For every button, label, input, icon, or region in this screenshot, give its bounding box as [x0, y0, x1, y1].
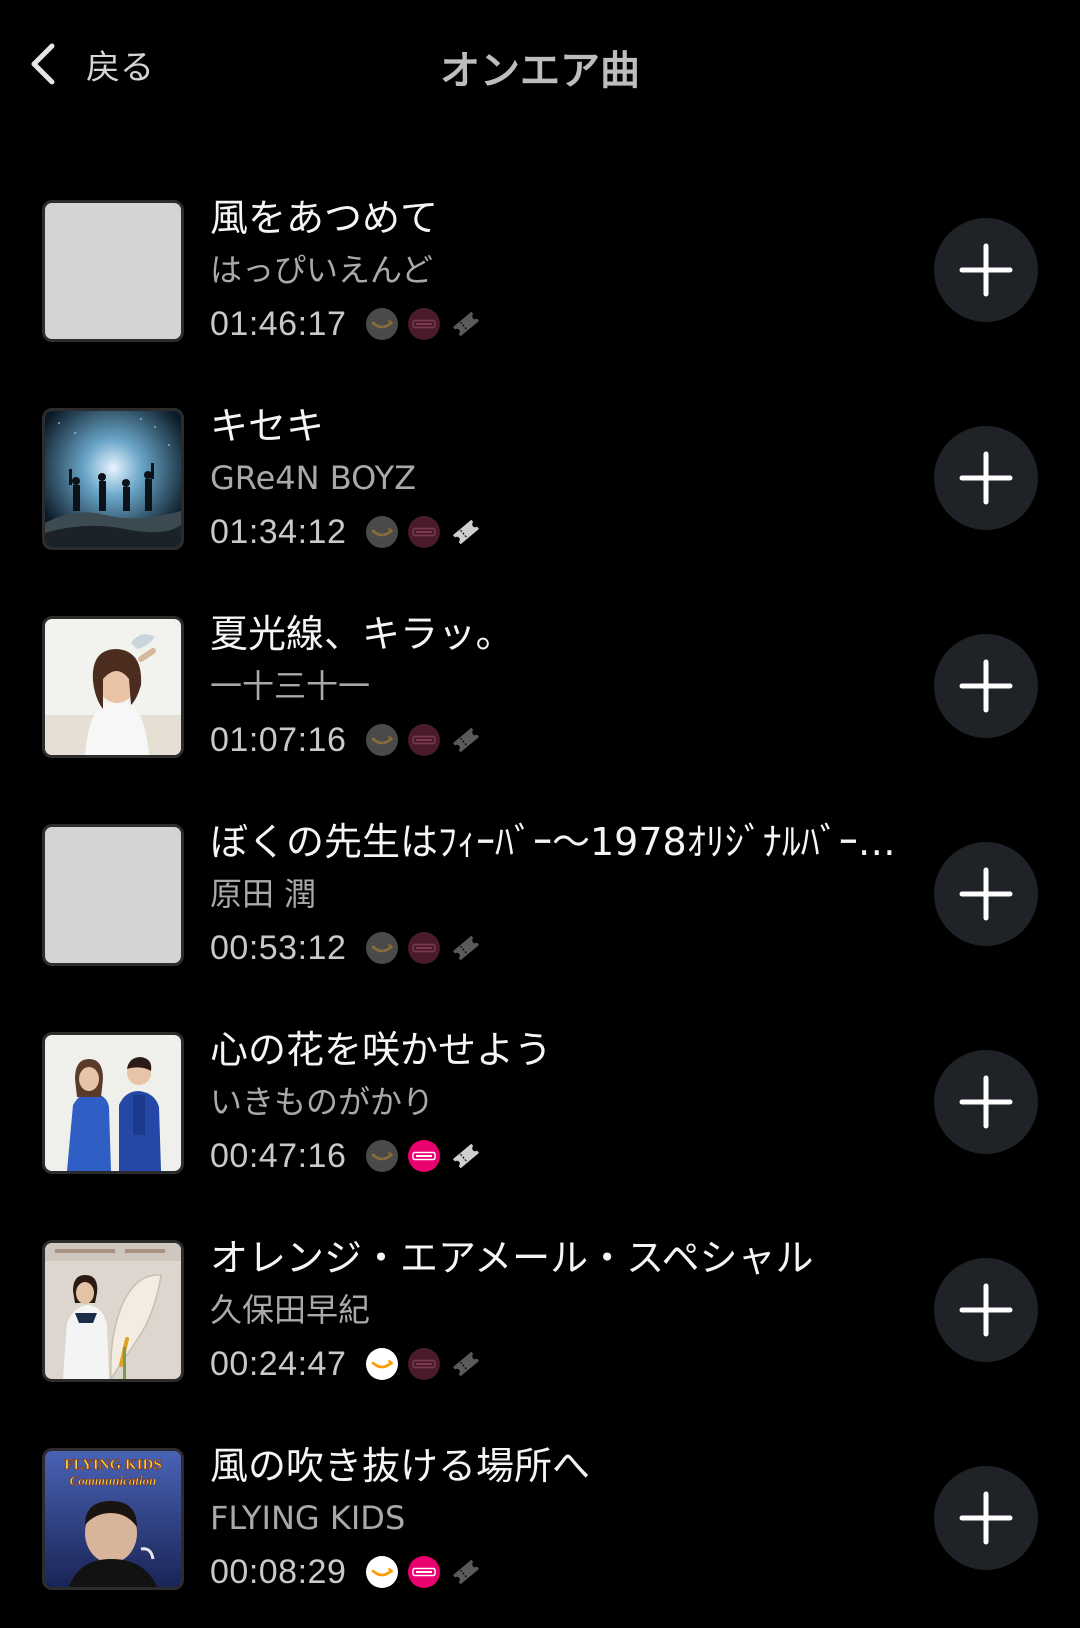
song-title: 心の花を咲かせよう	[210, 1028, 553, 1072]
onair-time: 00:47:16	[210, 1136, 347, 1175]
amazon-music-icon	[366, 932, 399, 964]
song-row[interactable]: 風をあつめてはっぴいえんど 01:46:17	[0, 168, 1080, 376]
song-row[interactable]: 心の花を咲かせよういきものがかり 00:47:16	[0, 1000, 1080, 1208]
amazon-music-icon[interactable]	[366, 1556, 399, 1588]
add-song-button[interactable]	[934, 426, 1038, 530]
song-title: オレンジ・エアメール・スペシャル	[210, 1236, 814, 1280]
ticket-icon	[450, 724, 482, 756]
add-song-button[interactable]	[934, 842, 1038, 946]
page-title: オンエア曲	[440, 48, 640, 94]
ticket-icon[interactable]	[450, 1140, 482, 1172]
ticket-icon	[450, 308, 482, 340]
amazon-music-icon[interactable]	[366, 1348, 399, 1380]
song-title: 風の吹き抜ける場所へ	[210, 1444, 591, 1488]
plus-icon	[956, 1280, 1016, 1340]
song-row[interactable]: キセキ GRe4N BOYZ 01:34:12	[0, 376, 1080, 584]
artwork-title: FLYING KIDS	[64, 1457, 161, 1473]
album-artwork: FLYING KIDS Communication	[42, 1448, 184, 1590]
song-info: 夏光線、キラッ。一十三十一 01:07:16	[210, 608, 910, 766]
amazon-music-icon	[366, 308, 399, 340]
album-artwork	[42, 1032, 184, 1174]
plus-icon	[956, 1072, 1016, 1132]
recochoku-icon	[408, 516, 441, 548]
recochoku-icon[interactable]	[408, 1140, 441, 1172]
song-meta: 01:34:12	[210, 506, 910, 558]
header-bar: 戻る オンエア曲	[0, 0, 1080, 140]
song-meta: 00:08:29	[210, 1546, 910, 1598]
album-artwork	[42, 1240, 184, 1382]
plus-icon	[956, 240, 1016, 300]
song-artist: FLYING KIDS	[210, 1499, 406, 1537]
song-title: 風をあつめて	[210, 196, 439, 240]
plus-icon	[956, 656, 1016, 716]
amazon-music-icon	[366, 1140, 399, 1172]
recochoku-icon	[408, 932, 441, 964]
song-title: ぼくの先生はﾌｨｰﾊﾞｰ～1978ｵﾘｼﾞﾅﾙﾊﾞｰ…	[210, 820, 896, 864]
song-info: ぼくの先生はﾌｨｰﾊﾞｰ～1978ｵﾘｼﾞﾅﾙﾊﾞｰ… 原田 潤 00:53:12	[210, 816, 910, 974]
recochoku-icon[interactable]	[408, 1556, 441, 1588]
add-song-button[interactable]	[934, 1050, 1038, 1154]
song-artist: いきものがかり	[210, 1083, 435, 1121]
song-meta: 01:46:17	[210, 298, 910, 350]
song-artist: GRe4N BOYZ	[210, 459, 417, 497]
song-artist: 原田 潤	[210, 875, 317, 913]
plus-icon	[956, 1488, 1016, 1548]
onair-time: 01:07:16	[210, 720, 347, 759]
song-info: オレンジ・エアメール・スペシャル久保田早紀 00:24:47	[210, 1232, 910, 1390]
album-artwork	[42, 200, 184, 342]
recochoku-icon	[408, 1348, 441, 1380]
song-row[interactable]: 夏光線、キラッ。一十三十一 01:07:16	[0, 584, 1080, 792]
album-artwork	[42, 616, 184, 758]
amazon-music-icon	[366, 724, 399, 756]
song-row[interactable]: オレンジ・エアメール・スペシャル久保田早紀 00:24:47	[0, 1208, 1080, 1416]
amazon-music-icon	[366, 516, 399, 548]
plus-icon	[956, 864, 1016, 924]
onair-time: 01:34:12	[210, 512, 347, 551]
song-info: キセキ GRe4N BOYZ 01:34:12	[210, 400, 910, 558]
recochoku-icon	[408, 308, 441, 340]
song-artist: はっぴいえんど	[210, 251, 434, 289]
song-artist: 一十三十一	[210, 667, 371, 705]
song-title: 夏光線、キラッ。	[210, 612, 514, 656]
onair-time: 00:24:47	[210, 1344, 347, 1383]
ticket-icon	[450, 1556, 482, 1588]
add-song-button[interactable]	[934, 1466, 1038, 1570]
song-artist: 久保田早紀	[210, 1291, 371, 1329]
song-meta: 00:53:12	[210, 922, 910, 974]
onair-time: 01:46:17	[210, 304, 347, 343]
onair-time: 00:53:12	[210, 928, 347, 967]
album-artwork	[42, 408, 184, 550]
add-song-button[interactable]	[934, 634, 1038, 738]
ticket-icon	[450, 1348, 482, 1380]
song-info: 風の吹き抜ける場所へ FLYING KIDS 00:08:29	[210, 1440, 910, 1598]
recochoku-icon	[408, 724, 441, 756]
ticket-icon	[450, 932, 482, 964]
artwork-subtitle: Communication	[70, 1473, 157, 1488]
song-info: 風をあつめてはっぴいえんど 01:46:17	[210, 192, 910, 350]
song-info: 心の花を咲かせよういきものがかり 00:47:16	[210, 1024, 910, 1182]
album-artwork	[42, 824, 184, 966]
plus-icon	[956, 448, 1016, 508]
song-title: キセキ	[210, 404, 325, 448]
ticket-icon[interactable]	[450, 516, 482, 548]
onair-time: 00:08:29	[210, 1552, 347, 1591]
song-row[interactable]: ぼくの先生はﾌｨｰﾊﾞｰ～1978ｵﾘｼﾞﾅﾙﾊﾞｰ… 原田 潤 00:53:12	[0, 792, 1080, 1000]
song-meta: 00:47:16	[210, 1130, 910, 1182]
add-song-button[interactable]	[934, 1258, 1038, 1362]
onair-song-list: 風をあつめてはっぴいえんど 01:46:17 キセキ GRe4N BOYZ 01:34:…	[0, 168, 1080, 1624]
song-row[interactable]: FLYING KIDS Communication 風の吹き抜ける場所へ FLYING…	[0, 1416, 1080, 1624]
add-song-button[interactable]	[934, 218, 1038, 322]
song-meta: 00:24:47	[210, 1338, 910, 1390]
song-meta: 01:07:16	[210, 714, 910, 766]
